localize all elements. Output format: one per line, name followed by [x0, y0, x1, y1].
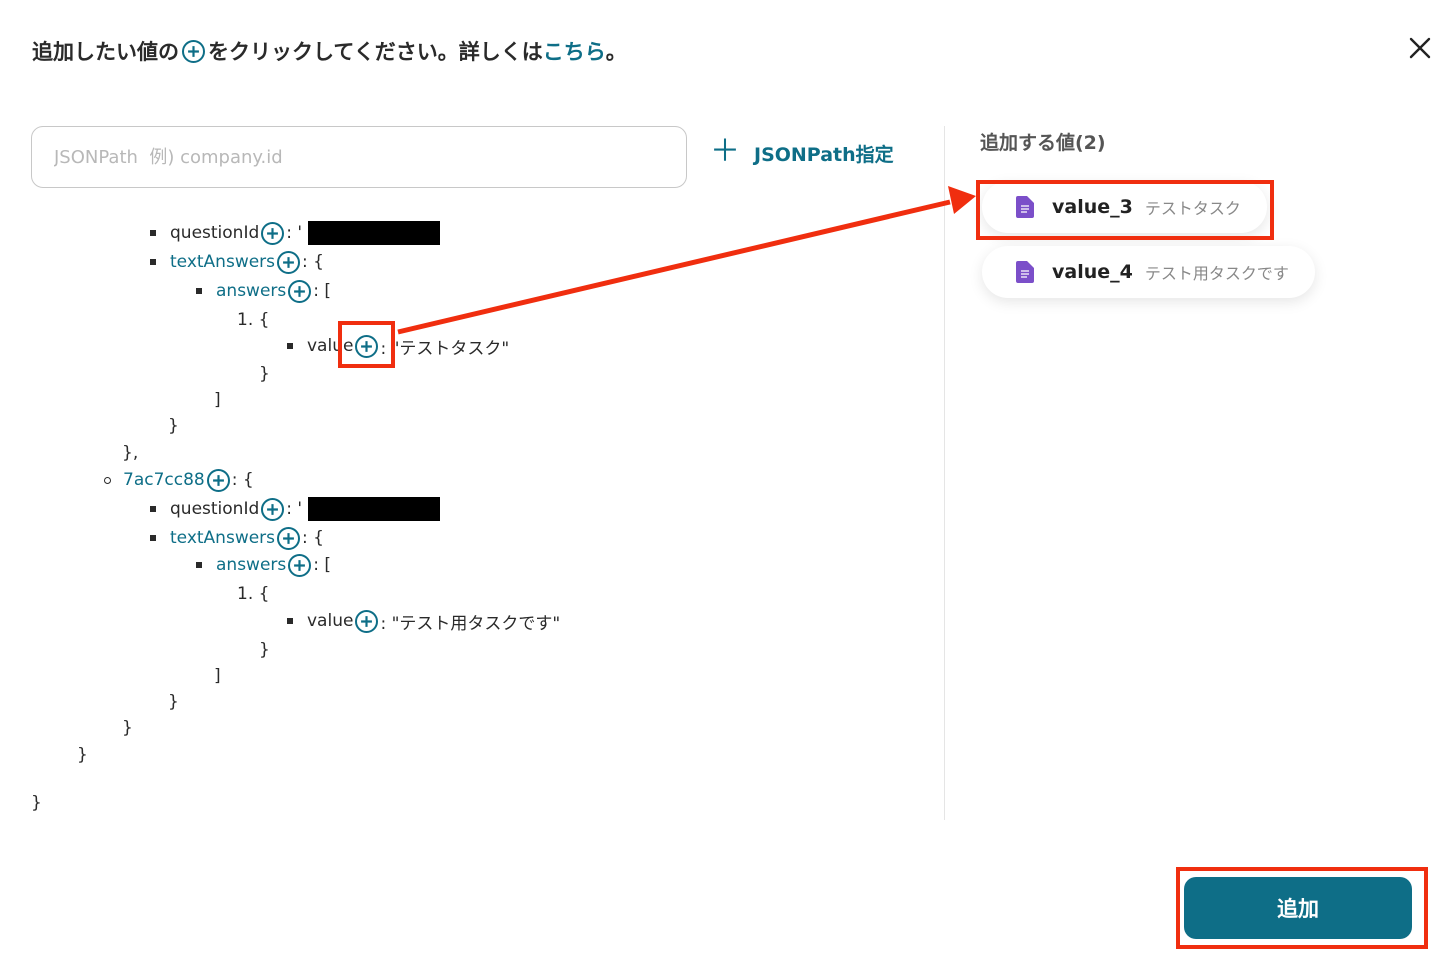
tree-key: value [307, 611, 354, 631]
tree-row: textAnswers : { [150, 525, 324, 551]
bullet-square [196, 288, 202, 294]
tree-row: }, [122, 440, 138, 466]
tree-punct: : { [302, 252, 324, 272]
bullet-square [150, 535, 156, 541]
tree-punct: : [ [313, 555, 332, 575]
document-icon [1016, 196, 1034, 218]
tree-row: 7ac7cc88 : { [104, 467, 254, 493]
tree-punct: } [259, 640, 270, 660]
json-tree: questionId : ' textAnswers : { answers :… [0, 0, 940, 830]
add-value-icon[interactable] [261, 221, 285, 245]
tree-punct: : [ [313, 281, 332, 301]
add-value-icon[interactable] [277, 526, 301, 550]
tree-value: : "テストタスク" [380, 338, 510, 359]
tree-punct: } [77, 745, 88, 765]
tree-value: : "テスト用タスクです" [380, 613, 561, 634]
add-value-icon[interactable] [355, 334, 379, 358]
add-value-icon[interactable] [261, 497, 285, 521]
selected-value-chip[interactable]: value_4 テスト用タスクです [982, 246, 1315, 298]
tree-key: value [307, 336, 354, 356]
tree-row: value : "テスト用タスクです" [287, 608, 560, 634]
selected-values-title: 追加する値(2) [980, 132, 1106, 154]
tree-key: questionId [170, 223, 260, 243]
bullet-square [150, 506, 156, 512]
tree-key: questionId [170, 499, 260, 519]
tree-index: 1. { [237, 310, 270, 330]
tree-punct: : { [231, 470, 254, 490]
tree-row: } [259, 361, 270, 387]
tree-punct: } [122, 718, 133, 738]
tree-punct: ] [214, 390, 221, 410]
bullet-square [287, 343, 293, 349]
tree-row: questionId : ' [150, 496, 441, 522]
tree-punct: }, [122, 443, 139, 463]
add-value-icon[interactable] [355, 609, 379, 633]
add-value-icon[interactable] [277, 250, 301, 274]
tree-row: ] [214, 663, 221, 689]
tree-row: answers : [ [196, 552, 331, 578]
tree-punct: ] [214, 666, 221, 686]
tree-row: 1. { [237, 581, 269, 607]
tree-row: } [122, 715, 133, 741]
tree-punct: } [168, 416, 179, 436]
tree-row: ] [214, 387, 221, 413]
add-value-icon[interactable] [288, 279, 312, 303]
tree-row: textAnswers : { [150, 249, 324, 275]
tree-key[interactable]: 7ac7cc88 [123, 470, 205, 490]
tree-punct: } [168, 692, 179, 712]
add-button[interactable]: 追加 [1184, 877, 1412, 939]
redacted-value [308, 221, 441, 245]
close-icon[interactable] [1404, 32, 1436, 64]
tree-row: questionId : ' [150, 220, 441, 246]
redacted-value [308, 497, 441, 521]
chip-key: value_3 [1052, 196, 1133, 218]
tree-row: answers : [ [196, 278, 331, 304]
bullet-square [150, 259, 156, 265]
add-value-icon[interactable] [288, 553, 312, 577]
add-value-icon[interactable] [206, 468, 230, 492]
tree-key[interactable]: answers [216, 281, 286, 301]
document-icon [1016, 261, 1034, 283]
tree-punct: } [31, 793, 42, 813]
tree-colon: : ' [286, 499, 303, 519]
bullet-square [287, 618, 293, 624]
chip-value: テスト用タスクです [1144, 264, 1289, 283]
tree-key[interactable]: answers [216, 555, 286, 575]
tree-row: } [168, 413, 179, 439]
tree-row: } [259, 637, 270, 663]
selected-value-chip[interactable]: value_3 テストタスク [982, 181, 1267, 233]
bullet-square [150, 230, 156, 236]
panel-divider [944, 126, 945, 820]
tree-row: } [168, 689, 179, 715]
tree-row: } [77, 742, 88, 768]
bullet-circle [104, 476, 111, 484]
bullet-square [196, 562, 202, 568]
chip-key: value_4 [1052, 261, 1133, 283]
tree-index: 1. { [237, 584, 270, 604]
tree-row: 1. { [237, 307, 269, 333]
tree-punct: : { [302, 528, 324, 548]
tree-key[interactable]: textAnswers [170, 528, 275, 548]
tree-colon: : ' [286, 223, 303, 243]
chip-value: テストタスク [1144, 199, 1241, 218]
tree-row: } [31, 790, 42, 816]
tree-row: value : "テストタスク" [287, 333, 509, 359]
tree-punct: } [259, 364, 270, 384]
tree-key[interactable]: textAnswers [170, 252, 275, 272]
